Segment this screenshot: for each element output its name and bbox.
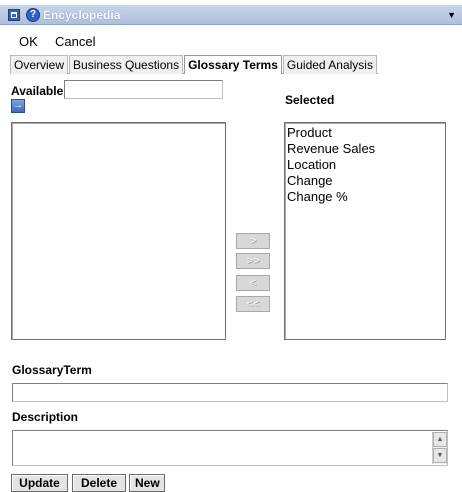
scroll-down-icon[interactable]: ▼ [433,448,447,463]
cancel-button[interactable]: Cancel [55,34,95,49]
arrow-right-icon[interactable]: → [11,99,25,113]
window-menu-icon[interactable] [8,9,20,21]
tab-business-questions[interactable]: Business Questions [69,55,184,74]
remove-button[interactable]: < [236,275,270,291]
ok-button[interactable]: OK [19,34,38,49]
description-field[interactable] [12,430,448,466]
list-item[interactable]: Product [285,125,445,141]
list-item[interactable]: Change [285,173,445,189]
glossary-term-label: GlossaryTerm [12,363,92,377]
list-item[interactable]: Location [285,157,445,173]
tab-guided-analysis[interactable]: Guided Analysis [282,55,377,74]
update-button[interactable]: Update [11,474,68,492]
selected-label: Selected [285,93,335,107]
remove-all-button[interactable]: << [236,296,270,312]
glossary-term-input[interactable] [12,383,448,402]
add-all-button[interactable]: >> [236,253,270,269]
available-filter-input[interactable] [64,80,223,99]
list-item[interactable]: Change % [285,189,445,205]
help-circle-icon[interactable]: ? [26,8,40,22]
tab-overview[interactable]: Overview [10,55,69,74]
window-title: Encyclopedia [43,8,121,22]
selected-list[interactable]: Product Revenue Sales Location Change Ch… [284,122,446,340]
available-list[interactable] [11,122,226,340]
new-button[interactable]: New [129,474,165,492]
tab-bar: Overview Business Questions Glossary Ter… [10,55,378,74]
add-button[interactable]: > [236,233,270,249]
title-bar: ? Encyclopedia ▼ [0,5,462,25]
tab-glossary-terms[interactable]: Glossary Terms [184,55,282,74]
scroll-up-icon[interactable]: ▲ [433,432,447,447]
description-scrollbar[interactable]: ▲ ▼ [432,432,447,464]
chevron-down-icon[interactable]: ▼ [447,10,456,20]
description-label: Description [12,410,79,424]
available-label: Available [11,84,64,98]
delete-button[interactable]: Delete [72,474,126,492]
list-item[interactable]: Revenue Sales [285,141,445,157]
